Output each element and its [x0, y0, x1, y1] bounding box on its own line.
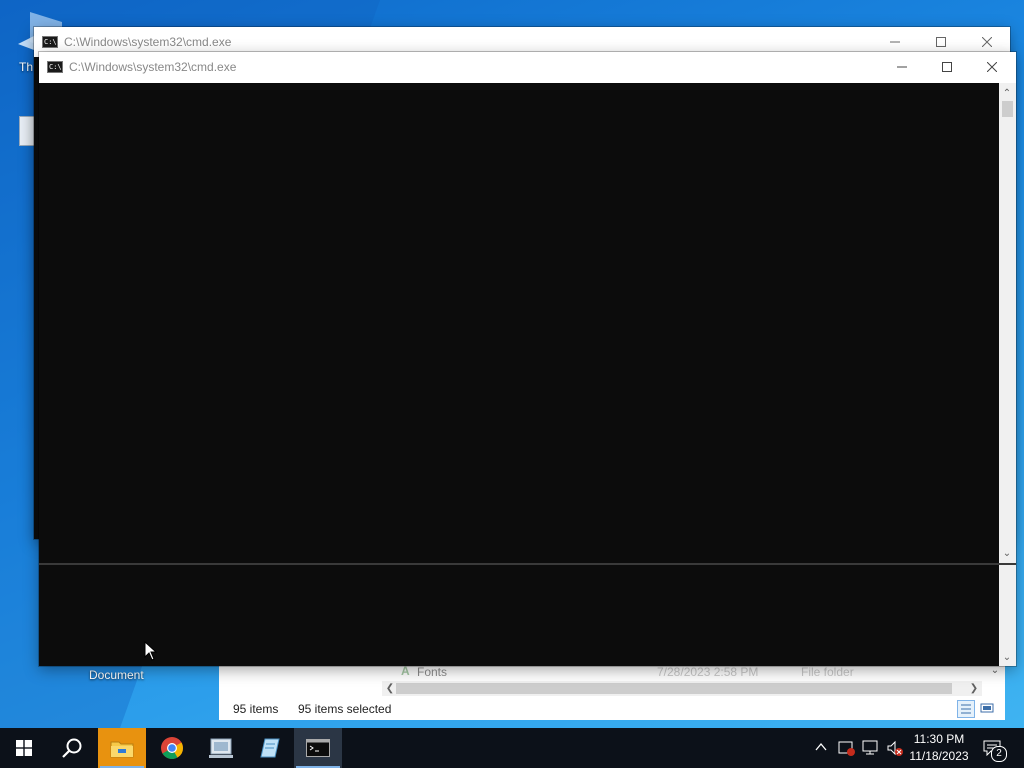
notepad-icon	[260, 738, 280, 758]
chrome-icon	[161, 737, 183, 759]
console-lower-vscrollbar[interactable]: ⌄	[999, 565, 1016, 666]
scroll-thumb[interactable]	[396, 683, 952, 694]
file-explorer-icon	[110, 741, 134, 758]
window-title-back: C:\Windows\system32\cmd.exe	[64, 35, 232, 49]
desktop-icon-label-document[interactable]: Document	[89, 668, 144, 682]
scroll-up-icon[interactable]: ⌃	[999, 85, 1015, 101]
minimize-icon	[890, 41, 900, 43]
window-title-front: C:\Windows\system32\cmd.exe	[69, 60, 237, 74]
maximize-button[interactable]	[924, 52, 970, 82]
row-name: Fonts	[417, 665, 448, 679]
cmd-app-icon: C:\.	[47, 61, 66, 73]
minimize-button[interactable]	[879, 52, 925, 82]
large-icons-view-icon[interactable]	[979, 700, 997, 718]
cmd-window-front[interactable]: C:\. C:\Windows\system32\cmd.exe ⌃ ⌄ ⌄	[39, 52, 1016, 666]
tray-security-icon[interactable]	[838, 739, 856, 757]
row-date: 7/28/2023 2:58 PM	[657, 665, 759, 679]
close-icon	[982, 37, 992, 47]
notification-badge: 2	[991, 746, 1007, 762]
desktop-icon-partial[interactable]	[19, 116, 35, 146]
scroll-down-icon[interactable]: ⌄	[999, 649, 1015, 665]
scroll-thumb[interactable]	[1002, 101, 1013, 117]
network-doc-icon	[209, 738, 233, 758]
taskbar-network-doc[interactable]	[197, 728, 245, 768]
action-center-button[interactable]: 2	[978, 732, 1018, 764]
chevron-up-icon	[815, 742, 827, 751]
file-explorer-window: A Fonts 7/28/2023 2:58 PM File folder ❮ …	[219, 662, 1005, 720]
scroll-right-icon[interactable]: ❯	[966, 681, 982, 696]
taskbar-notepad[interactable]	[246, 728, 294, 768]
volume-muted-icon	[887, 740, 903, 756]
desktop-icon-label-partial[interactable]: Th	[19, 60, 33, 74]
search-icon	[62, 738, 82, 758]
windows-start-icon	[16, 740, 32, 756]
scroll-down-icon[interactable]: ⌄	[999, 545, 1015, 561]
tray-clock[interactable]: 11:30 PM 11/18/2023	[906, 730, 972, 766]
shield-warning-icon	[838, 741, 855, 756]
close-button[interactable]	[969, 52, 1015, 82]
titlebar-front[interactable]: C:\. C:\Windows\system32\cmd.exe	[39, 52, 1016, 82]
explorer-row-fonts[interactable]: A Fonts 7/28/2023 2:58 PM File folder	[391, 664, 991, 680]
tray-overflow-button[interactable]	[814, 740, 830, 756]
row-type: File folder	[801, 665, 854, 679]
maximize-icon	[936, 37, 946, 47]
status-item-count: 95 items	[233, 702, 279, 716]
explorer-hscrollbar[interactable]: ❮ ❯	[382, 681, 982, 696]
clock-time: 11:30 PM	[913, 732, 965, 746]
taskbar-file-explorer[interactable]	[98, 728, 146, 768]
console-output-pane[interactable]	[39, 83, 999, 563]
tray-volume-icon[interactable]	[886, 739, 904, 757]
taskbar: 11:30 PM 11/18/2023 2	[0, 728, 1024, 768]
cmd-icon	[306, 739, 330, 757]
tray-network-icon[interactable]	[862, 739, 880, 757]
maximize-icon	[942, 62, 952, 72]
search-button[interactable]	[48, 728, 96, 768]
fonts-folder-icon: A	[401, 664, 410, 678]
minimize-icon	[897, 66, 907, 68]
mouse-cursor-icon	[144, 641, 158, 661]
console-lower-pane[interactable]	[39, 565, 999, 666]
status-selected-count: 95 items selected	[298, 702, 392, 716]
taskbar-chrome[interactable]	[148, 728, 196, 768]
clock-date: 11/18/2023	[909, 749, 969, 763]
taskbar-cmd[interactable]	[294, 728, 342, 768]
cmd-app-icon: C:\.	[42, 36, 61, 48]
details-view-icon[interactable]	[957, 700, 975, 718]
network-icon	[862, 740, 878, 755]
close-icon	[987, 62, 997, 72]
console-vscrollbar[interactable]: ⌃ ⌄	[999, 83, 1016, 563]
start-button[interactable]	[0, 728, 48, 768]
